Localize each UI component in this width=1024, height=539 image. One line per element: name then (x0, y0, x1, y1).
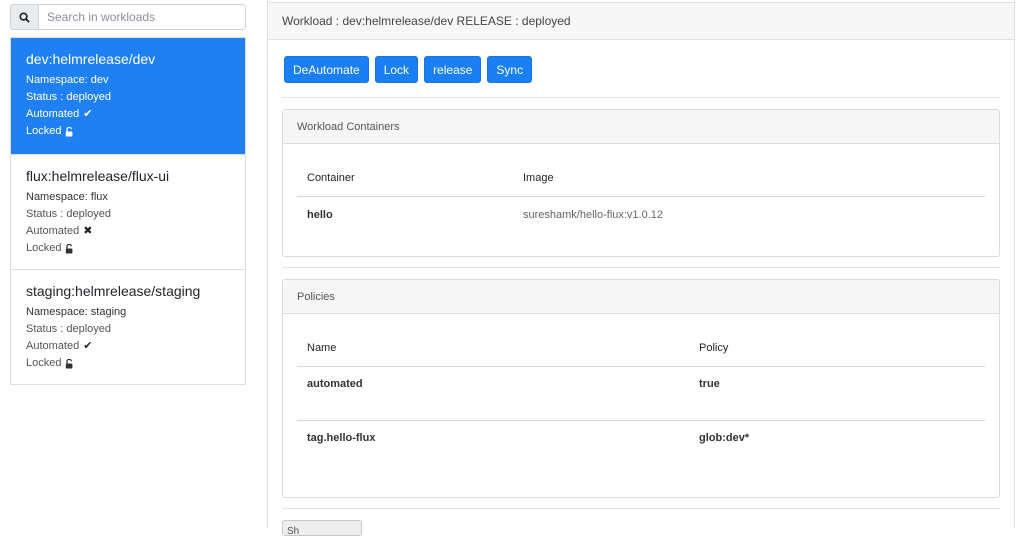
workload-automated: Automated ✖ (26, 223, 230, 240)
deautomate-button[interactable]: DeAutomate (284, 56, 369, 83)
locked-label: Locked (26, 125, 62, 137)
workload-detail-panel: Workload : dev:helmrelease/dev RELEASE :… (267, 0, 1015, 537)
policy-name: automated (307, 378, 363, 390)
locked-label: Locked (26, 357, 62, 369)
lock-button[interactable]: Lock (374, 56, 419, 83)
policies-card: Policies Name Policy automated true tag.… (282, 279, 1000, 498)
locked-label: Locked (26, 242, 62, 254)
workload-namespace: Namespace: dev (26, 74, 109, 86)
search-group (10, 4, 246, 30)
show-button[interactable]: Sh (282, 520, 362, 537)
workload-status: Status : deployed (26, 91, 112, 103)
policy-name: tag.hello-flux (307, 432, 376, 444)
table-row: hello sureshamk/hello-flux:v1.0.12 (297, 197, 985, 233)
workload-automated: Automated ✔ (26, 338, 230, 355)
column-header-name: Name (297, 330, 689, 367)
policies-table: Name Policy automated true tag.hello-flu… (297, 330, 985, 482)
workload-title: staging:helmrelease/staging (26, 283, 201, 299)
workload-item-flux[interactable]: flux:helmrelease/flux-ui Namespace: flux… (11, 154, 245, 269)
workload-status: Status : deployed (26, 323, 112, 335)
automated-label: Automated (26, 108, 80, 120)
workload-status: Status : deployed (26, 208, 112, 220)
check-icon: ✔ (83, 340, 93, 352)
policy-value: true (699, 378, 720, 390)
unlock-icon (66, 358, 73, 368)
search-icon (19, 11, 30, 23)
container-image: sureshamk/hello-flux:v1.0.12 (523, 208, 664, 221)
workload-title: flux:helmrelease/flux-ui (26, 168, 170, 184)
column-header-container: Container (297, 160, 513, 197)
policy-value: glob:dev* (699, 432, 750, 444)
unlock-icon (66, 243, 73, 253)
workload-locked: Locked (26, 240, 230, 257)
workload-namespace: Namespace: staging (26, 306, 127, 318)
divider (282, 508, 1000, 509)
table-row: tag.hello-flux glob:dev* (297, 421, 985, 483)
containers-card: Workload Containers Container Image hell… (282, 109, 1000, 257)
workload-item-staging[interactable]: staging:helmrelease/staging Namespace: s… (11, 269, 245, 384)
workload-header: Workload : dev:helmrelease/dev RELEASE :… (268, 2, 1014, 40)
divider (282, 267, 1000, 268)
policies-card-title: Policies (283, 280, 999, 314)
search-input[interactable] (38, 4, 246, 30)
search-button[interactable] (10, 4, 38, 30)
column-header-policy: Policy (689, 330, 985, 367)
column-header-image: Image (513, 160, 985, 197)
workload-locked: Locked (26, 355, 230, 372)
sync-button[interactable]: Sync (487, 56, 533, 83)
containers-table: Container Image hello sureshamk/hello-fl… (297, 160, 985, 233)
cross-icon: ✖ (83, 225, 93, 237)
check-icon: ✔ (83, 108, 93, 120)
release-button[interactable]: release (424, 56, 482, 83)
container-name: hello (307, 208, 333, 221)
workload-title: dev:helmrelease/dev (26, 51, 156, 67)
unlock-icon (66, 126, 73, 136)
automated-label: Automated (26, 340, 80, 352)
workload-list: dev:helmrelease/dev Namespace: dev Statu… (10, 37, 246, 385)
workload-locked: Locked (26, 123, 230, 140)
divider (282, 97, 1000, 98)
containers-card-title: Workload Containers (283, 110, 999, 144)
automated-label: Automated (26, 225, 80, 237)
workload-namespace: Namespace: flux (26, 191, 108, 203)
workload-automated: Automated ✔ (26, 106, 230, 123)
workload-item-dev[interactable]: dev:helmrelease/dev Namespace: dev Statu… (11, 38, 245, 154)
sidebar: dev:helmrelease/dev Namespace: dev Statu… (10, 4, 246, 385)
action-toolbar: DeAutomate Lock release Sync (284, 56, 533, 83)
table-row: automated true (297, 367, 985, 421)
